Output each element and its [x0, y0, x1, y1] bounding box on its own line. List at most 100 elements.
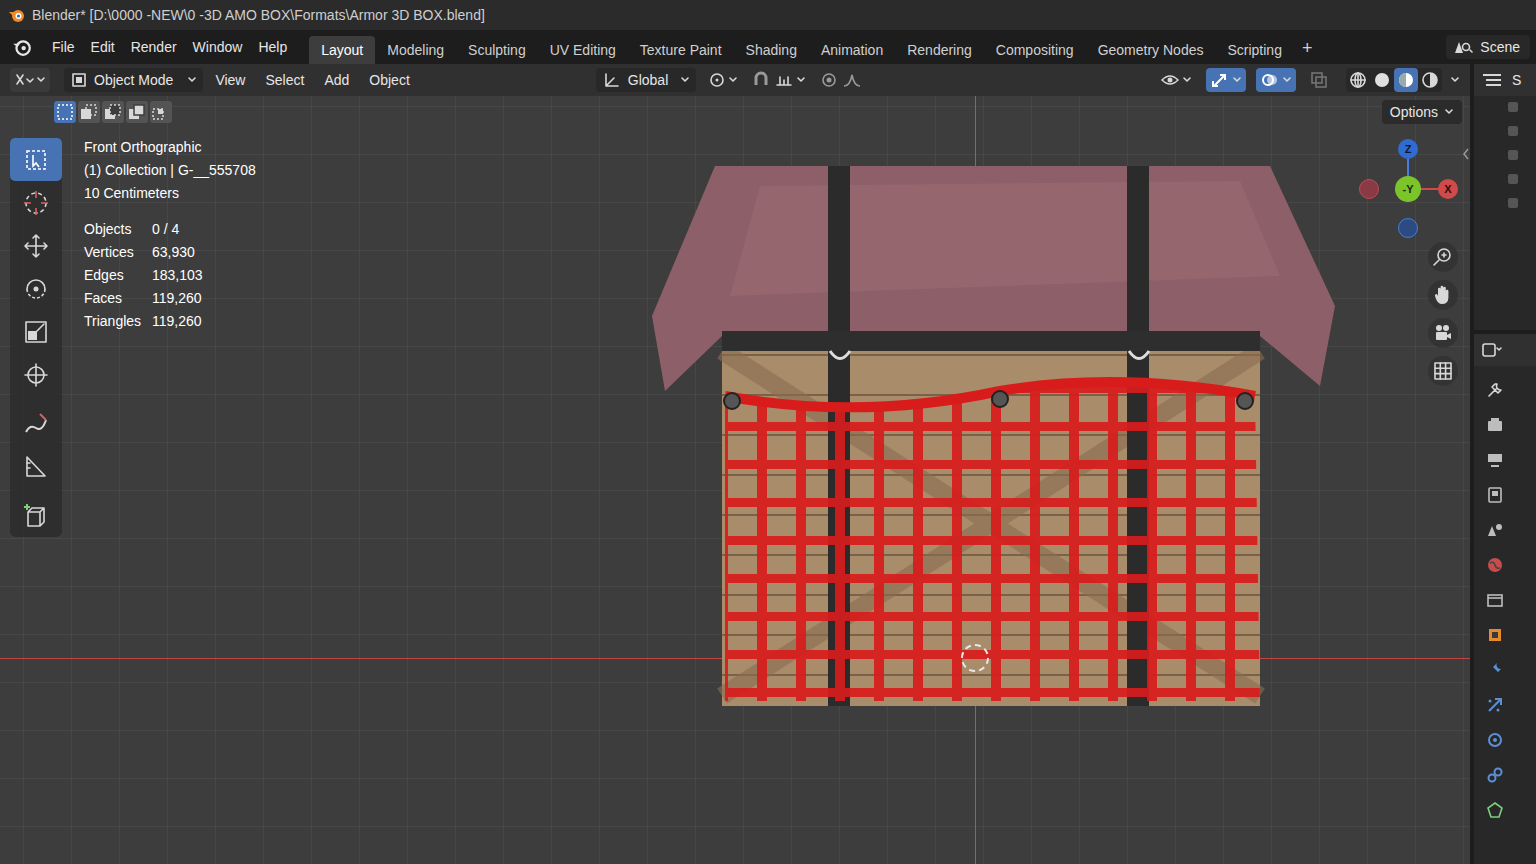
- outliner-row[interactable]: [1508, 102, 1518, 112]
- workspace-label[interactable]: Modeling: [387, 40, 444, 61]
- annotate-tool-button[interactable]: [10, 402, 62, 445]
- workspace-tab[interactable]: Shading: [734, 36, 809, 64]
- gizmo-x[interactable]: X: [1438, 179, 1458, 199]
- cursor-tool-button[interactable]: [10, 181, 62, 224]
- addcube-tool-button[interactable]: [10, 494, 62, 537]
- options-label[interactable]: Options: [1390, 102, 1438, 123]
- pivot-dropdown[interactable]: [708, 71, 738, 89]
- workspace-label[interactable]: Geometry Nodes: [1098, 40, 1204, 61]
- add-workspace-button[interactable]: +: [1294, 35, 1321, 62]
- sidebar-toggle[interactable]: [1462, 148, 1470, 160]
- workspace-tab[interactable]: Texture Paint: [628, 36, 734, 64]
- wireframe-shading-button[interactable]: [1346, 68, 1370, 92]
- outliner-row[interactable]: [1508, 174, 1518, 184]
- mode-label[interactable]: Object Mode: [94, 70, 173, 91]
- workspace-tab[interactable]: Compositing: [984, 36, 1086, 64]
- constraints-tab[interactable]: [1482, 761, 1508, 789]
- zoom-button[interactable]: [1428, 242, 1458, 272]
- world-tab[interactable]: [1482, 551, 1508, 579]
- outliner-row[interactable]: [1508, 150, 1518, 160]
- header-menu[interactable]: View: [207, 70, 253, 91]
- subtract-select-mode-button[interactable]: [102, 101, 124, 123]
- rotate-tool-button[interactable]: [10, 267, 62, 310]
- proportional-group[interactable]: [820, 71, 862, 89]
- workspace-tab[interactable]: Layout: [309, 36, 375, 64]
- tool-tab[interactable]: [1482, 376, 1508, 404]
- workspace-label[interactable]: Shading: [746, 40, 797, 61]
- workspace-tab[interactable]: UV Editing: [538, 36, 628, 64]
- blenderw-icon[interactable]: [10, 35, 34, 59]
- extend-select-mode-button[interactable]: [78, 101, 100, 123]
- menu-item[interactable]: Render: [123, 33, 185, 62]
- camera-button[interactable]: [1428, 318, 1458, 348]
- armor-box-object[interactable]: [640, 156, 1340, 716]
- viewlayer-tab[interactable]: [1482, 481, 1508, 509]
- outliner-row[interactable]: [1508, 126, 1518, 136]
- workspace-label[interactable]: Scripting: [1227, 40, 1281, 61]
- navigation-gizmo[interactable]: Z -Y X: [1355, 136, 1465, 246]
- invert-select-mode-button[interactable]: [126, 101, 148, 123]
- material-shading-button[interactable]: [1394, 68, 1418, 92]
- gizmo-neg-x[interactable]: [1359, 179, 1379, 199]
- gizmo-neg-z[interactable]: [1398, 218, 1418, 238]
- mode-dropdown[interactable]: Object Mode: [64, 68, 203, 92]
- workspace-label[interactable]: Rendering: [907, 40, 972, 61]
- workspace-tab[interactable]: Modeling: [375, 36, 456, 64]
- render-tab[interactable]: [1482, 411, 1508, 439]
- viewport[interactable]: Front Orthographic(1) Collection | G-__5…: [0, 96, 1470, 864]
- snap-group[interactable]: [752, 71, 806, 89]
- particles-tab[interactable]: [1482, 691, 1508, 719]
- gizmo-z[interactable]: Z: [1398, 139, 1418, 159]
- modifiers-tab[interactable]: [1482, 656, 1508, 684]
- rendered-shading-button[interactable]: [1418, 68, 1442, 92]
- scene-name[interactable]: Scene: [1480, 37, 1524, 58]
- overlays-toggle[interactable]: [1256, 68, 1296, 92]
- 3d-cursor-icon[interactable]: [961, 644, 989, 672]
- measure-tool-button[interactable]: [10, 445, 62, 488]
- workspace-label[interactable]: Layout: [321, 40, 363, 61]
- data-tab[interactable]: [1482, 796, 1508, 824]
- gizmo-y[interactable]: -Y: [1395, 176, 1421, 202]
- workspace-tab[interactable]: Rendering: [895, 36, 984, 64]
- header-menu[interactable]: Select: [257, 70, 312, 91]
- output-tab[interactable]: [1482, 446, 1508, 474]
- transform-tool-button[interactable]: [10, 353, 62, 396]
- header-menu[interactable]: Add: [316, 70, 357, 91]
- workspace-label[interactable]: Texture Paint: [640, 40, 722, 61]
- workspace-tab[interactable]: Geometry Nodes: [1086, 36, 1216, 64]
- intersect-select-mode-button[interactable]: [150, 101, 172, 123]
- set-select-mode-button[interactable]: [54, 101, 76, 123]
- workspace-tab[interactable]: Sculpting: [456, 36, 538, 64]
- scene-selector[interactable]: Scene: [1446, 35, 1530, 59]
- visibility-toggle[interactable]: [1156, 68, 1196, 92]
- grid-button[interactable]: [1428, 356, 1458, 386]
- workspace-label[interactable]: Compositing: [996, 40, 1074, 61]
- workspace-label[interactable]: UV Editing: [550, 40, 616, 61]
- workspace-tab[interactable]: Animation: [809, 36, 895, 64]
- object-tab[interactable]: [1482, 621, 1508, 649]
- menu-item[interactable]: Window: [185, 33, 251, 62]
- editor-type-button[interactable]: [10, 68, 50, 92]
- solid-shading-button[interactable]: [1370, 68, 1394, 92]
- outliner-row[interactable]: [1508, 198, 1518, 208]
- menu-item[interactable]: Help: [250, 33, 295, 62]
- gizmos-toggle[interactable]: [1206, 68, 1246, 92]
- workspace-tab[interactable]: Scripting: [1215, 36, 1293, 64]
- xray-toggle[interactable]: [1306, 68, 1332, 92]
- outliner-icon[interactable]: [1480, 71, 1504, 89]
- menu-item[interactable]: Edit: [83, 33, 123, 62]
- options-button[interactable]: Options: [1382, 100, 1462, 124]
- orientation-dropdown[interactable]: Global: [596, 68, 696, 92]
- header-menu[interactable]: Object: [361, 70, 417, 91]
- scale-tool-button[interactable]: [10, 310, 62, 353]
- hand-button[interactable]: [1428, 280, 1458, 310]
- propsed-icon[interactable]: [1480, 341, 1504, 359]
- collection-tab[interactable]: [1482, 586, 1508, 614]
- menu-item[interactable]: File: [44, 33, 83, 62]
- workspace-label[interactable]: Sculpting: [468, 40, 526, 61]
- workspace-label[interactable]: Animation: [821, 40, 883, 61]
- select-tool-button[interactable]: [10, 138, 62, 181]
- move-tool-button[interactable]: [10, 224, 62, 267]
- scene-tab[interactable]: [1482, 516, 1508, 544]
- down-icon[interactable]: [1450, 75, 1460, 85]
